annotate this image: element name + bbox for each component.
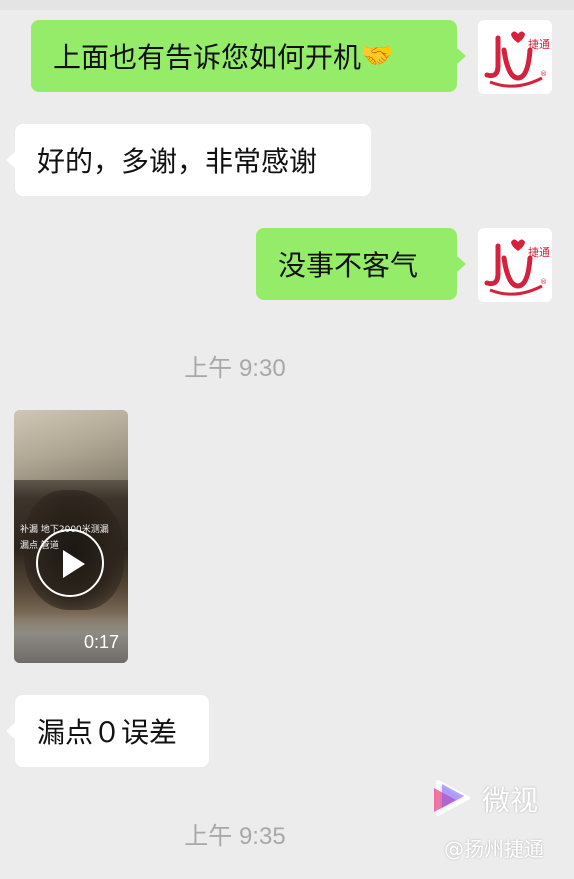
weishi-logo-icon xyxy=(434,780,470,816)
avatar[interactable]: 捷通 ® xyxy=(478,20,552,94)
video-thumbnail-rock xyxy=(14,410,128,480)
avatar[interactable]: 捷通 ® xyxy=(478,228,552,302)
video-duration: 0:17 xyxy=(84,632,120,652)
message-text: 好的，多谢，非常感谢 xyxy=(37,145,318,178)
play-button-icon[interactable] xyxy=(36,529,104,597)
registered-mark: ® xyxy=(540,278,547,286)
brand-text: 捷通 xyxy=(528,245,550,259)
registered-mark: ® xyxy=(540,70,547,78)
watermark-handle: @扬州捷通 xyxy=(444,837,544,861)
message-bubble-received[interactable]: 好的，多谢，非常感谢 xyxy=(6,124,371,196)
watermark-app-name: 微视 xyxy=(482,784,539,817)
top-bar xyxy=(0,0,574,10)
brand-text: 捷通 xyxy=(528,37,550,51)
message-bubble-received[interactable]: 漏点０误差 xyxy=(6,695,209,767)
message-timestamp: 上午 9:35 xyxy=(184,823,286,850)
message-bubble-sent[interactable]: 上面也有告诉您如何开机 🤝 xyxy=(31,20,466,92)
message-text: 漏点０误差 xyxy=(37,716,178,749)
company-logo-icon: 捷通 ® xyxy=(484,239,550,296)
company-logo-icon: 捷通 ® xyxy=(484,31,550,88)
message-timestamp: 上午 9:30 xyxy=(184,355,286,382)
message-bubble-sent[interactable]: 没事不客气 xyxy=(256,228,466,300)
handshake-emoji-icon: 🤝 xyxy=(361,41,394,71)
message-text: 没事不客气 xyxy=(278,249,419,282)
message-text: 上面也有告诉您如何开机 xyxy=(53,41,362,74)
